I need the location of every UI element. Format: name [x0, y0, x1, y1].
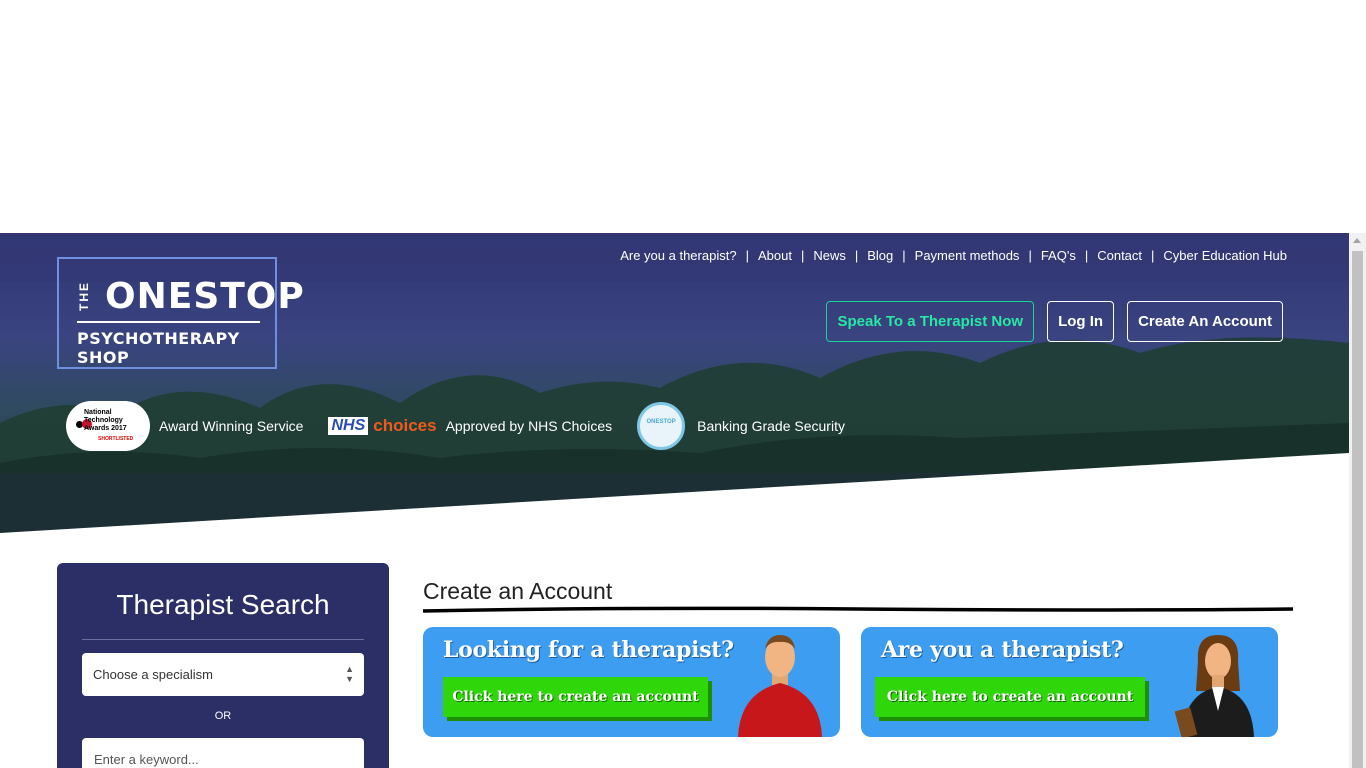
heading-underline — [423, 606, 1293, 613]
card-question: Looking for a therapist? — [443, 637, 734, 663]
woman-avatar-icon — [1174, 635, 1254, 737]
specialism-selected-value: Choose a specialism — [93, 667, 213, 682]
logo-subtitle: PSYCHOTHERAPY SHOP — [77, 329, 240, 367]
therapist-search-panel: Therapist Search Choose a specialism ▲ ▼ … — [57, 563, 389, 768]
scrollbar[interactable] — [1349, 233, 1366, 768]
keyword-input[interactable] — [82, 738, 364, 768]
page: THE ONESTOP PSYCHOTHERAPY SHOP Are you a… — [0, 0, 1366, 768]
top-navigation: Are you a therapist? | About | News | Blog |… — [620, 248, 1287, 263]
client-signup-card[interactable]: Looking for a therapist? Click here to c… — [423, 627, 840, 737]
search-title: Therapist Search — [116, 589, 330, 620]
therapist-create-account-button[interactable]: Click here to create an account — [875, 677, 1145, 717]
nav-faqs[interactable]: FAQ's — [1041, 248, 1076, 263]
speak-to-therapist-button[interactable]: Speak To a Therapist Now — [826, 301, 1035, 342]
nav-news[interactable]: News — [813, 248, 846, 263]
logo-onestop: ONESTOP — [105, 276, 305, 317]
logo-divider — [77, 321, 260, 323]
specialism-select[interactable]: Choose a specialism ▲ ▼ — [82, 653, 364, 696]
nav-cyber-education-hub[interactable]: Cyber Education Hub — [1163, 248, 1287, 263]
nav-contact[interactable]: Contact — [1097, 248, 1142, 263]
nav-about[interactable]: About — [758, 248, 792, 263]
client-create-account-button[interactable]: Click here to create an account — [443, 677, 708, 717]
trust-badges: National Technology Awards 2017 SHORTLISTE… — [66, 401, 845, 451]
header-buttons: Speak To a Therapist Now Log In Create A… — [826, 301, 1283, 342]
award-text: Award Winning Service — [159, 418, 304, 434]
scrollbar-thumb[interactable] — [1352, 251, 1363, 768]
scroll-up-arrow-icon[interactable] — [1353, 238, 1361, 243]
award-logo-icon: National Technology Awards 2017 SHORTLISTE… — [66, 401, 150, 451]
site-logo[interactable]: THE ONESTOP PSYCHOTHERAPY SHOP — [57, 257, 304, 369]
or-label: OR — [214, 710, 232, 722]
nhs-choices-logo-icon: NHS choices — [328, 416, 437, 436]
nav-are-you-a-therapist[interactable]: Are you a therapist? — [620, 248, 736, 263]
search-divider — [82, 639, 364, 640]
nhs-text: Approved by NHS Choices — [445, 418, 613, 434]
hero-banner: THE ONESTOP PSYCHOTHERAPY SHOP Are you a… — [0, 233, 1349, 533]
card-question: Are you a therapist? — [881, 637, 1124, 663]
login-button[interactable]: Log In — [1047, 301, 1115, 342]
therapist-signup-card[interactable]: Are you a therapist? Click here to creat… — [861, 627, 1278, 737]
nav-blog[interactable]: Blog — [867, 248, 893, 263]
select-arrows-icon: ▲ ▼ — [345, 664, 354, 684]
man-avatar-icon — [738, 635, 822, 737]
create-account-button[interactable]: Create An Account — [1127, 301, 1283, 342]
security-text: Banking Grade Security — [697, 418, 845, 434]
security-seal-icon: ONESTOP — [637, 402, 686, 450]
logo-the: THE — [77, 281, 91, 311]
nav-payment-methods[interactable]: Payment methods — [915, 248, 1020, 263]
blank-area — [0, 0, 1349, 233]
create-account-heading: Create an Account — [423, 578, 613, 604]
